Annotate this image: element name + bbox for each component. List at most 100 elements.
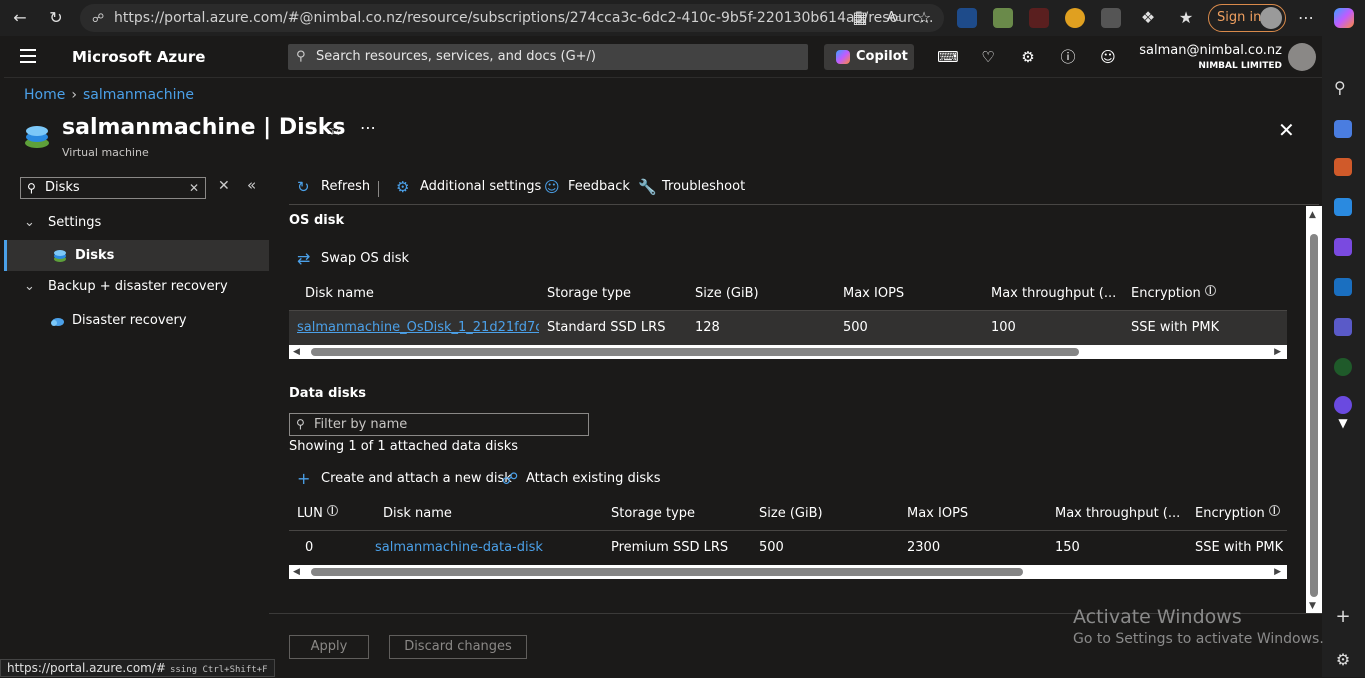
status-hint-text: ssing Ctrl+Shift+F: [169, 665, 268, 675]
react-devtools-icon[interactable]: [957, 8, 977, 28]
app-available-icon[interactable]: ▦: [848, 6, 872, 30]
extension-badge-icon[interactable]: [1065, 8, 1085, 28]
info-icon[interactable]: i: [1204, 285, 1216, 296]
content-vertical-scrollbar[interactable]: ▲ ▼: [1306, 206, 1322, 613]
col-header-max-iops[interactable]: Max IOPS: [843, 277, 904, 311]
col-header-storage-type[interactable]: Storage type: [547, 277, 631, 311]
refresh-button[interactable]: ↻ Refresh: [297, 178, 370, 196]
breadcrumb-home[interactable]: Home: [24, 87, 65, 103]
col-header-disk-name[interactable]: Disk name: [305, 277, 374, 311]
address-bar[interactable]: ☍ https://portal.azure.com/#@nimbal.co.n…: [80, 4, 944, 32]
brand-title[interactable]: Microsoft Azure: [72, 48, 205, 66]
reload-icon[interactable]: ↻: [44, 6, 68, 30]
cloud-shell-icon[interactable]: ⌨: [937, 46, 959, 68]
col-header-encryption[interactable]: Encryption i: [1195, 497, 1280, 531]
copilot-sidebar-icon[interactable]: [1334, 8, 1354, 28]
data-disks-count: Showing 1 of 1 attached data disks: [289, 439, 519, 454]
scroll-left-icon[interactable]: ◀: [293, 565, 300, 579]
table-row[interactable]: salmanmachine_OsDisk_1_21d21fd7ca03 Stan…: [289, 311, 1287, 345]
portal-menu-icon[interactable]: [20, 49, 36, 63]
col-header-encryption[interactable]: Encryption i: [1131, 277, 1216, 311]
col-header-size[interactable]: Size (GiB): [759, 497, 823, 531]
table-row[interactable]: 0 salmanmachine-data-disk Premium SSD LR…: [289, 531, 1287, 565]
tools-briefcase-icon[interactable]: [1334, 158, 1352, 176]
back-icon[interactable]: ←: [8, 6, 32, 30]
sidebar-settings-icon[interactable]: ⚙: [1334, 650, 1352, 669]
sidebar-item-disks[interactable]: Disks: [4, 240, 269, 271]
col-header-max-iops[interactable]: Max IOPS: [907, 497, 968, 531]
collapse-nav-icon[interactable]: «: [247, 176, 256, 194]
scroll-up-icon[interactable]: ▲: [1309, 210, 1316, 220]
more-options-icon[interactable]: ⋯: [360, 118, 376, 137]
info-icon[interactable]: i: [326, 505, 338, 516]
favorite-star-icon[interactable]: ☆: [328, 120, 342, 139]
swap-os-disk-button[interactable]: ⇄ Swap OS disk: [297, 249, 409, 268]
nav-group-backup[interactable]: ⌄ Backup + disaster recovery: [24, 279, 228, 294]
help-icon[interactable]: ⓘ: [1057, 46, 1079, 68]
timer-icon[interactable]: [1334, 358, 1352, 376]
favorite-star-icon[interactable]: ☆: [912, 6, 936, 30]
scroll-left-icon[interactable]: ◀: [293, 345, 300, 359]
data-disks-horizontal-scrollbar[interactable]: ◀ ▶: [289, 565, 1287, 579]
attach-existing-disks-button[interactable]: ☍ Attach existing disks: [502, 469, 660, 488]
col-header-max-throughput[interactable]: Max throughput (...: [1055, 497, 1180, 531]
data-disks-filter-input[interactable]: ⚲ Filter by name: [289, 413, 589, 436]
favorites-icon[interactable]: ★: [1174, 6, 1198, 30]
clear-filter-icon[interactable]: ✕: [218, 178, 230, 194]
extensions-puzzle-icon[interactable]: ❖: [1136, 6, 1160, 30]
copilot-button[interactable]: Copilot: [824, 44, 914, 70]
send-icon[interactable]: [1334, 198, 1352, 216]
screenshot-icon[interactable]: [1101, 8, 1121, 28]
user-email[interactable]: salman@nimbal.co.nz: [1139, 43, 1282, 58]
extension-document-icon[interactable]: [1029, 8, 1049, 28]
col-header-lun[interactable]: LUN i: [297, 497, 338, 531]
troubleshoot-button[interactable]: 🔧 Troubleshoot: [638, 178, 746, 196]
discard-changes-button[interactable]: Discard changes: [389, 635, 527, 659]
sign-in-button[interactable]: Sign in: [1208, 4, 1286, 32]
info-icon[interactable]: i: [1268, 505, 1280, 516]
browser-menu-icon[interactable]: ⋯: [1294, 6, 1318, 30]
scroll-right-icon[interactable]: ▶: [1274, 345, 1281, 359]
settings-gear-icon[interactable]: ⚙: [1017, 46, 1039, 68]
data-disk-name-link[interactable]: salmanmachine-data-disk: [375, 531, 543, 565]
scroll-right-icon[interactable]: ▶: [1274, 565, 1281, 579]
os-disk-horizontal-scrollbar[interactable]: ◀ ▶: [289, 345, 1287, 359]
extension-gear-icon[interactable]: [1334, 396, 1352, 414]
clear-search-icon[interactable]: ✕: [189, 178, 199, 198]
col-header-size[interactable]: Size (GiB): [695, 277, 759, 311]
chevron-down-icon[interactable]: ▼: [1334, 416, 1352, 434]
feedback-button[interactable]: ☺ Feedback: [544, 178, 630, 196]
user-avatar[interactable]: [1288, 43, 1316, 71]
scrollbar-thumb[interactable]: [1310, 234, 1318, 597]
scrollbar-thumb[interactable]: [311, 568, 1023, 576]
outlook-icon[interactable]: [1334, 278, 1352, 296]
notifications-bell-icon[interactable]: ♡: [977, 46, 999, 68]
nav-group-settings[interactable]: ⌄ Settings: [24, 215, 101, 230]
sidebar-item-disaster-recovery[interactable]: Disaster recovery: [4, 305, 269, 336]
os-disk-name-link[interactable]: salmanmachine_OsDisk_1_21d21fd7ca03: [297, 311, 539, 345]
swap-icon: ⇄: [297, 249, 311, 268]
scrollbar-thumb[interactable]: [311, 348, 1079, 356]
scroll-down-icon[interactable]: ▼: [1309, 601, 1316, 611]
site-info-icon[interactable]: ☍: [92, 4, 104, 32]
col-header-disk-name[interactable]: Disk name: [383, 497, 452, 531]
col-header-max-throughput[interactable]: Max throughput (...: [991, 277, 1116, 311]
search-icon[interactable]: ⚲: [1334, 78, 1352, 97]
apply-button[interactable]: Apply: [289, 635, 369, 659]
read-aloud-icon[interactable]: A₀: [882, 6, 906, 30]
global-search-placeholder: Search resources, services, and docs (G+…: [316, 49, 597, 64]
close-icon[interactable]: ✕: [1278, 118, 1295, 142]
extension-pen-icon[interactable]: [993, 8, 1013, 28]
global-search-input[interactable]: ⚲ Search resources, services, and docs (…: [288, 44, 808, 70]
col-header-storage-type[interactable]: Storage type: [611, 497, 695, 531]
nav-search-input[interactable]: ⚲ Disks ✕: [20, 177, 206, 199]
troubleshoot-label: Troubleshoot: [662, 179, 746, 194]
additional-settings-button[interactable]: ⚙ Additional settings: [396, 178, 541, 196]
add-icon[interactable]: +: [1334, 606, 1352, 627]
feedback-person-icon[interactable]: ☺: [1097, 46, 1119, 68]
shopping-tag-icon[interactable]: [1334, 120, 1352, 138]
create-attach-disk-button[interactable]: + Create and attach a new disk: [297, 469, 512, 488]
m365-icon[interactable]: [1334, 238, 1352, 256]
teams-icon[interactable]: [1334, 318, 1352, 336]
breadcrumb-current[interactable]: salmanmachine: [83, 87, 194, 103]
